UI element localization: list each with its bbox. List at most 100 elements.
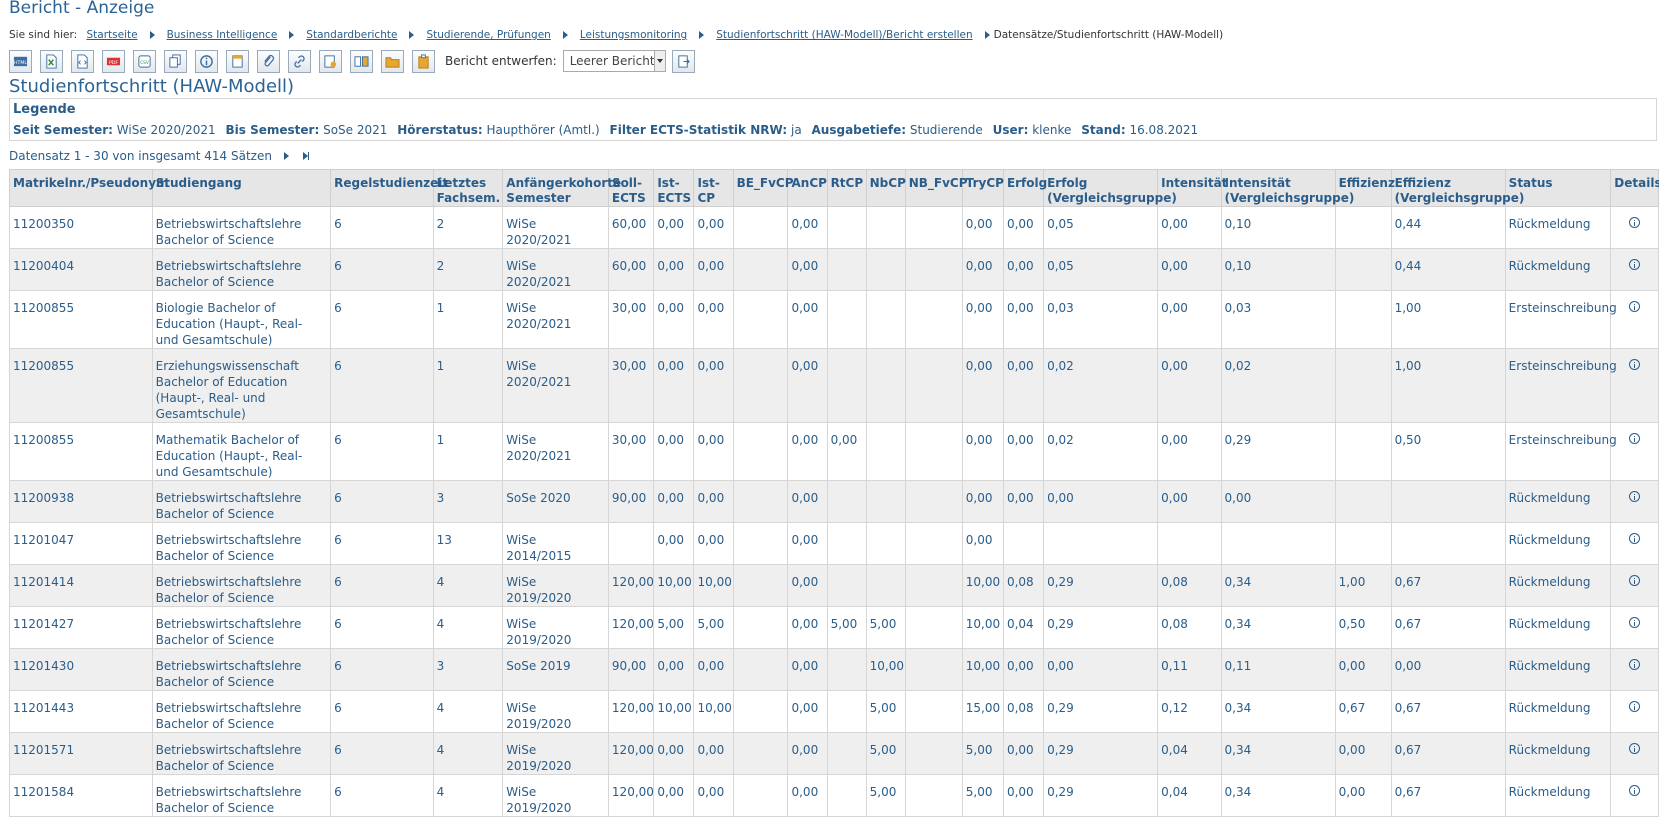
bookmark-icon[interactable] — [226, 49, 249, 73]
breadcrumb-link-startseite[interactable]: Startseite — [86, 29, 137, 41]
table-cell[interactable]: 11201430 — [9, 648, 153, 691]
folder-icon[interactable] — [381, 49, 404, 73]
link-icon[interactable] — [288, 49, 311, 73]
next-page-icon[interactable] — [283, 152, 289, 160]
details-info-icon[interactable] — [1629, 433, 1641, 444]
report-title: Studienfortschritt (HAW-Modell) — [9, 76, 295, 97]
attach-icon[interactable] — [257, 49, 280, 73]
table-cell[interactable]: 11201571 — [9, 732, 153, 775]
excel-export-icon[interactable] — [40, 49, 63, 73]
table-cell: 0,00 — [1002, 290, 1045, 349]
table-cell[interactable]: Betriebswirtschaftslehre Bachelor of Sci… — [151, 206, 332, 249]
table-cell[interactable]: Biologie Bachelor of Education (Haupt-, … — [151, 290, 332, 349]
table-cell[interactable]: 11200855 — [9, 348, 153, 423]
details-info-icon[interactable] — [1629, 491, 1641, 502]
html-export-icon[interactable]: HTML — [9, 49, 32, 73]
table-cell[interactable]: 11200404 — [9, 248, 153, 291]
table-row: 11200404 Betriebswirtschaftslehre Bachelo… — [9, 248, 1659, 291]
column-header[interactable]: Studiengang — [151, 169, 332, 207]
table-cell[interactable]: Betriebswirtschaftslehre Bachelor of Sci… — [151, 690, 332, 733]
table-cell[interactable]: 11201047 — [9, 522, 153, 565]
report-settings-icon[interactable] — [319, 49, 342, 73]
table-cell — [1157, 522, 1222, 565]
pdf-export-icon[interactable]: PDF — [102, 49, 125, 73]
column-header[interactable]: Ist-CP — [693, 169, 734, 207]
column-header[interactable]: Erfolg — [1002, 169, 1047, 207]
details-info-icon[interactable] — [1629, 701, 1641, 712]
table-cell[interactable]: Betriebswirtschaftslehre Bachelor of Sci… — [151, 648, 332, 691]
copy-icon[interactable] — [164, 49, 187, 73]
details-info-icon[interactable] — [1629, 359, 1641, 370]
table-cell[interactable]: 11201414 — [9, 564, 153, 607]
details-info-icon[interactable] — [1629, 659, 1641, 670]
table-cell[interactable]: 11200855 — [9, 290, 153, 349]
table-cell[interactable]: 11201584 — [9, 774, 153, 817]
table-cell[interactable]: Betriebswirtschaftslehre Bachelor of Sci… — [151, 606, 332, 649]
table-cell: 0,00 — [1002, 348, 1045, 423]
column-header[interactable]: Regelstudienzeit — [330, 169, 448, 207]
table-cell[interactable]: 11200855 — [9, 422, 153, 481]
table-cell: 0,00 — [1334, 648, 1392, 691]
csv-export-icon[interactable]: CSV — [133, 49, 156, 73]
table-cell — [865, 348, 906, 423]
legend-item-ausgabetiefe: Ausgabetiefe: Studierende — [811, 123, 983, 137]
table-cell[interactable]: Betriebswirtschaftslehre Bachelor of Sci… — [151, 774, 332, 817]
table-cell: 6 — [330, 690, 434, 733]
column-header[interactable]: NbCP — [865, 169, 906, 207]
column-header[interactable]: NB_FvCP — [904, 169, 968, 207]
table-cell[interactable]: 11200938 — [9, 480, 153, 523]
details-info-icon[interactable] — [1629, 301, 1641, 312]
details-info-icon[interactable] — [1629, 575, 1641, 586]
last-page-icon[interactable] — [302, 152, 309, 160]
clipboard-icon[interactable] — [412, 49, 435, 73]
details-info-icon[interactable] — [1629, 533, 1641, 544]
details-info-icon[interactable] — [1629, 785, 1641, 796]
details-info-icon[interactable] — [1629, 259, 1641, 270]
table-cell[interactable]: 11201427 — [9, 606, 153, 649]
column-header[interactable]: Anfängerkohorte Semester — [502, 169, 621, 207]
breadcrumb-link-standardberichte[interactable]: Standardberichte — [306, 29, 397, 41]
table-cell — [1334, 422, 1392, 481]
column-header[interactable]: Ist-ECTS — [653, 169, 695, 207]
details-info-icon[interactable] — [1629, 217, 1641, 228]
column-header[interactable]: TryCP — [961, 169, 1004, 207]
details-info-icon[interactable] — [1629, 617, 1641, 628]
table-cell — [826, 206, 867, 249]
table-cell: 0,00 — [961, 422, 1004, 481]
table-cell[interactable]: 11200350 — [9, 206, 153, 249]
compare-icon[interactable] — [350, 49, 373, 73]
info-icon[interactable] — [195, 49, 218, 73]
table-cell[interactable]: Betriebswirtschaftslehre Bachelor of Sci… — [151, 480, 332, 523]
chevron-down-icon[interactable] — [653, 51, 665, 71]
apply-design-icon[interactable] — [671, 49, 695, 73]
breadcrumb-link-bericht-erstellen[interactable]: Studienfortschritt (HAW-Modell)/Bericht … — [716, 29, 972, 41]
column-header[interactable]: Soll-ECTS — [607, 169, 655, 207]
column-header[interactable]: RtCP — [826, 169, 867, 207]
column-header[interactable]: AnCP — [787, 169, 828, 207]
column-header[interactable]: Letztes Fachsem. — [432, 169, 504, 207]
table-cell[interactable]: Betriebswirtschaftslehre Bachelor of Sci… — [151, 248, 332, 291]
table-cell — [1043, 522, 1159, 565]
column-header[interactable]: Intensität (Vergleichsgruppe) — [1220, 169, 1354, 207]
table-cell[interactable]: Mathematik Bachelor of Education (Haupt-… — [151, 422, 332, 481]
table-cell[interactable]: 11201443 — [9, 690, 153, 733]
column-header[interactable]: Effizienz (Vergleichsgruppe) — [1390, 169, 1524, 207]
xml-export-icon[interactable] — [71, 49, 94, 73]
column-header[interactable]: Erfolg (Vergleichsgruppe) — [1043, 169, 1177, 207]
details-cell — [1610, 290, 1659, 349]
column-header[interactable]: BE_FvCP — [732, 169, 794, 207]
table-cell[interactable]: Betriebswirtschaftslehre Bachelor of Sci… — [151, 732, 332, 775]
table-cell[interactable]: Erziehungswissenschaft Bachelor of Educa… — [151, 348, 332, 423]
table-cell[interactable]: Betriebswirtschaftslehre Bachelor of Sci… — [151, 522, 332, 565]
details-info-icon[interactable] — [1629, 743, 1641, 754]
breadcrumb-link-studierende[interactable]: Studierende, Prüfungen — [426, 29, 550, 41]
breadcrumb-link-business-intelligence[interactable]: Business Intelligence — [167, 29, 278, 41]
column-header[interactable]: Matrikelnr./Pseudonym — [9, 169, 169, 207]
table-cell: 5,00 — [865, 690, 906, 733]
design-report-select[interactable]: Leerer Bericht — [562, 50, 666, 72]
table-cell: 5,00 — [653, 606, 695, 649]
table-cell[interactable]: Betriebswirtschaftslehre Bachelor of Sci… — [151, 564, 332, 607]
table-cell: 0,44 — [1390, 248, 1506, 291]
breadcrumb-link-leistungsmonitoring[interactable]: Leistungsmonitoring — [580, 29, 687, 41]
column-header[interactable]: Details — [1610, 169, 1659, 207]
